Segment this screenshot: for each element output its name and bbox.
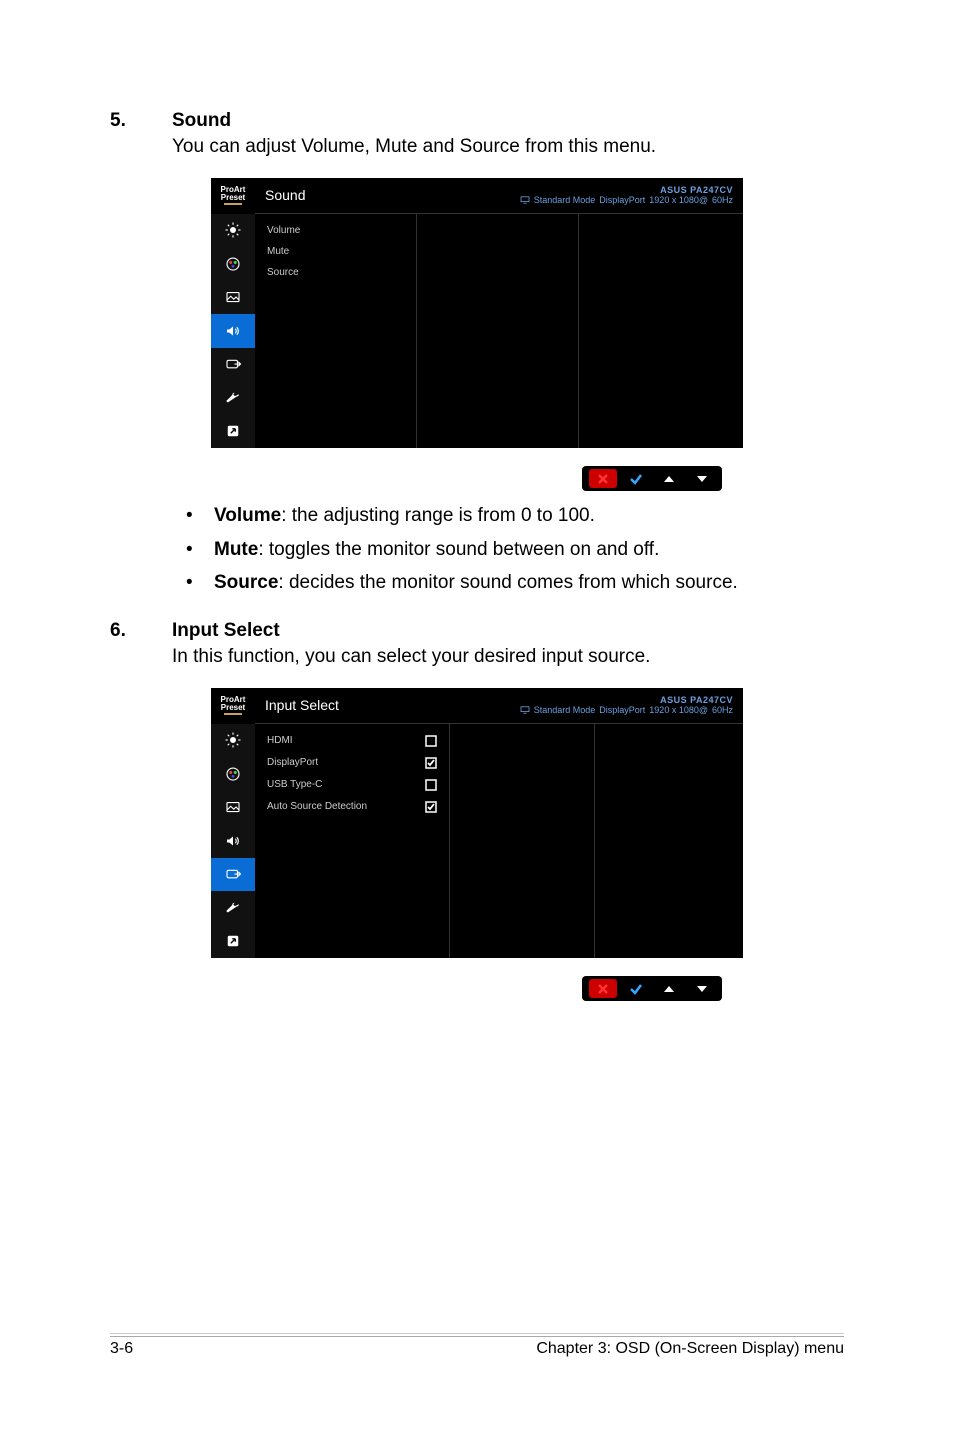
osd-item-source[interactable]: Source	[255, 262, 416, 283]
up-button[interactable]	[652, 471, 685, 487]
proart-logo: ProArt Preset	[211, 178, 255, 214]
label: Auto Source Detection	[267, 801, 367, 812]
close-button[interactable]	[586, 469, 619, 488]
shortcut-icon[interactable]	[211, 415, 255, 449]
section-title-input: Input Select	[172, 620, 280, 642]
section-number: 5.	[110, 110, 142, 132]
checkbox-unchecked-icon	[425, 779, 437, 791]
osd-model: ASUS PA247CV	[520, 695, 733, 705]
osd-item-auto-source[interactable]: Auto Source Detection	[255, 796, 449, 818]
osd-item-volume[interactable]: Volume	[255, 220, 416, 241]
bullet-source: Source: decides the monitor sound comes …	[178, 570, 844, 596]
status-port: DisplayPort	[599, 705, 645, 715]
checkbox-unchecked-icon	[425, 735, 437, 747]
shortcut-icon[interactable]	[211, 925, 255, 959]
label: Source	[267, 267, 299, 278]
settings-icon[interactable]	[211, 891, 255, 925]
confirm-button[interactable]	[619, 471, 652, 487]
status-hz: 60Hz	[712, 195, 733, 205]
label: Volume	[267, 225, 300, 236]
section-number: 6.	[110, 620, 142, 642]
status-res: 1920 x 1080@	[649, 705, 708, 715]
settings-icon[interactable]	[211, 381, 255, 415]
bullet-mute: Mute: toggles the monitor sound between …	[178, 537, 844, 563]
osd-sound-panel: ProArt Preset Sound ASUS PA247CV S	[211, 178, 743, 449]
section-title-sound: Sound	[172, 110, 231, 132]
page-number: 3-6	[110, 1340, 133, 1358]
proart-logo: ProArt Preset	[211, 688, 255, 724]
osd-title: Input Select	[265, 697, 339, 713]
chapter-title: Chapter 3: OSD (On-Screen Display) menu	[536, 1340, 844, 1358]
image-icon[interactable]	[211, 281, 255, 315]
color-icon[interactable]	[211, 247, 255, 281]
up-button[interactable]	[652, 981, 685, 997]
close-button[interactable]	[586, 979, 619, 998]
section-desc-input: In this function, you can select your de…	[172, 644, 844, 670]
bullet-volume: Volume: the adjusting range is from 0 to…	[178, 503, 844, 529]
down-button[interactable]	[685, 981, 718, 997]
logo-line2: Preset	[221, 194, 246, 202]
monitor-icon	[520, 706, 530, 714]
section-desc-sound: You can adjust Volume, Mute and Source f…	[172, 134, 844, 160]
status-port: DisplayPort	[599, 195, 645, 205]
label: DisplayPort	[267, 757, 318, 768]
osd-model: ASUS PA247CV	[520, 185, 733, 195]
osd-title: Sound	[265, 187, 305, 203]
osd-button-bar	[582, 976, 722, 1001]
status-mode: Standard Mode	[534, 705, 596, 715]
confirm-button[interactable]	[619, 981, 652, 997]
sound-icon[interactable]	[211, 824, 255, 858]
checkbox-checked-icon	[425, 757, 437, 769]
color-icon[interactable]	[211, 757, 255, 791]
osd-item-displayport[interactable]: DisplayPort	[255, 752, 449, 774]
osd-item-mute[interactable]: Mute	[255, 241, 416, 262]
label: Mute	[267, 246, 289, 257]
label: HDMI	[267, 735, 293, 746]
sound-icon[interactable]	[211, 314, 255, 348]
osd-button-bar	[582, 466, 722, 491]
monitor-icon	[520, 196, 530, 204]
status-mode: Standard Mode	[534, 195, 596, 205]
brightness-icon[interactable]	[211, 724, 255, 758]
down-button[interactable]	[685, 471, 718, 487]
osd-item-hdmi[interactable]: HDMI	[255, 730, 449, 752]
brightness-icon[interactable]	[211, 214, 255, 248]
input-icon[interactable]	[211, 858, 255, 892]
checkbox-checked-icon	[425, 801, 437, 813]
image-icon[interactable]	[211, 791, 255, 825]
osd-input-panel: ProArt Preset Input Select ASUS PA247CV	[211, 688, 743, 959]
status-hz: 60Hz	[712, 705, 733, 715]
status-res: 1920 x 1080@	[649, 195, 708, 205]
label: USB Type-C	[267, 779, 322, 790]
logo-line2: Preset	[221, 704, 246, 712]
osd-item-usbc[interactable]: USB Type-C	[255, 774, 449, 796]
input-icon[interactable]	[211, 348, 255, 382]
